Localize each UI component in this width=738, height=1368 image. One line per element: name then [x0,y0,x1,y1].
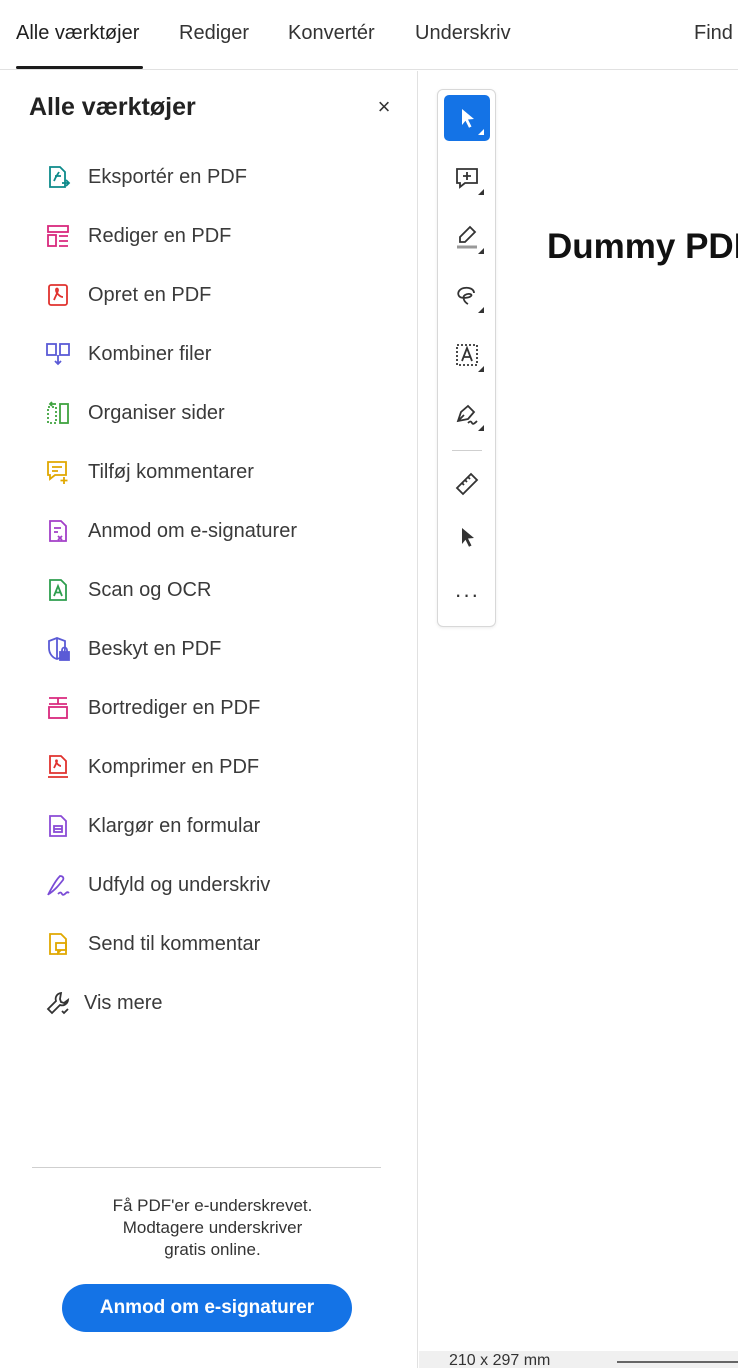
sign-tool-button[interactable] [444,391,490,437]
tool-item-request-esign[interactable]: Anmod om e-signaturer [30,507,400,555]
edit-pdf-icon [44,222,72,250]
document-viewer[interactable]: ··· Dummy PDF 210 x 297 mm [419,71,738,1368]
tool-item-add-comments[interactable]: Tilføj kommentarer [30,448,400,496]
measure-ruler-icon [454,471,480,497]
combine-files-icon [44,340,72,368]
more-tools-button[interactable]: ··· [444,572,490,618]
tool-item-create-pdf[interactable]: Opret en PDF [30,271,400,319]
fill-sign-icon [44,871,72,899]
all-tools-panel: Alle værktøjer × Eksportér en PDF Redige… [0,71,418,1368]
submenu-indicator [478,189,484,195]
active-tab-indicator [16,66,143,69]
fill-sign-pen-icon [454,401,480,427]
top-navigation: Alle værktøjer Rediger Konvertér Undersk… [0,0,738,70]
close-panel-button[interactable]: × [372,94,396,119]
document-heading: Dummy PDF [547,227,738,266]
create-pdf-icon [44,281,72,309]
tool-label: Opret en PDF [88,283,212,306]
tab-edit[interactable]: Rediger [179,22,249,45]
send-comment-icon [44,930,72,958]
tab-sign[interactable]: Underskriv [415,22,511,45]
toolbar-separator [452,450,482,451]
tab-all-tools[interactable]: Alle værktøjer [16,22,139,45]
submenu-indicator [478,366,484,372]
tool-item-redact-pdf[interactable]: Bortrediger en PDF [30,684,400,732]
submenu-indicator [478,425,484,431]
prepare-form-icon [44,812,72,840]
tool-label: Beskyt en PDF [88,637,222,660]
tool-label: Organiser sider [88,401,225,424]
export-pdf-icon [44,163,72,191]
tool-label: Vis mere [84,991,163,1014]
submenu-indicator [478,307,484,313]
tool-item-protect-pdf[interactable]: Beskyt en PDF [30,625,400,673]
tool-label: Bortrediger en PDF [88,696,261,719]
esign-promo-text: Få PDF'er e-underskrevet. Modtagere unde… [40,1195,385,1261]
request-esign-icon [44,517,72,545]
tool-item-export-pdf[interactable]: Eksportér en PDF [30,153,400,201]
tool-item-combine-files[interactable]: Kombiner filer [30,330,400,378]
tool-item-organize-pages[interactable]: Organiser sider [30,389,400,437]
quick-tools-toolbar: ··· [437,89,496,627]
page-size-label: 210 x 297 mm [449,1352,551,1368]
tool-item-prepare-form[interactable]: Klargør en formular [30,802,400,850]
wrench-icon [44,989,72,1017]
select-tool-button[interactable] [444,95,490,141]
tool-label: Send til kommentar [88,932,261,955]
compress-pdf-icon [44,753,72,781]
scan-ocr-icon [44,576,72,604]
text-tool-button[interactable] [444,332,490,378]
tool-label: Rediger en PDF [88,224,232,247]
submenu-indicator [478,129,484,135]
measure-tool-button[interactable] [444,461,490,507]
protect-pdf-icon [44,635,72,663]
submenu-indicator [478,248,484,254]
tool-label: Anmod om e-signaturer [88,519,297,542]
add-comment-icon [454,165,480,191]
add-comment-icon [44,458,72,486]
tool-item-fill-sign[interactable]: Udfyld og underskriv [30,861,400,909]
more-icon: ··· [454,582,480,607]
select-cursor-icon [454,105,480,131]
pointer-icon [454,524,480,550]
tool-label: Kombiner filer [88,342,212,365]
promo-line: Modtagere underskriver [122,1218,303,1237]
tool-item-show-more[interactable]: Vis mere [30,979,400,1027]
text-box-icon [454,342,480,368]
tool-label: Klargør en formular [88,814,261,837]
promo-line: Få PDF'er e-underskrevet. [112,1196,313,1215]
organize-pages-icon [44,399,72,427]
tab-convert[interactable]: Konvertér [288,22,375,45]
panel-title: Alle værktøjer [29,93,196,121]
panel-divider [32,1167,381,1168]
tool-label: Eksportér en PDF [88,165,247,188]
freehand-draw-icon [454,283,480,309]
tool-label: Tilføj kommentarer [88,460,254,483]
pointer-tool-button[interactable] [444,514,490,560]
tool-item-scan-ocr[interactable]: Scan og OCR [30,566,400,614]
promo-line: gratis online. [164,1240,261,1259]
tool-item-send-comment[interactable]: Send til kommentar [30,920,400,968]
draw-tool-button[interactable] [444,273,490,319]
tool-item-compress-pdf[interactable]: Komprimer en PDF [30,743,400,791]
tool-label: Scan og OCR [88,578,212,601]
highlight-pen-icon [454,224,480,250]
tool-label: Udfyld og underskriv [88,873,271,896]
tool-item-edit-pdf[interactable]: Rediger en PDF [30,212,400,260]
redact-pdf-icon [44,694,72,722]
request-esignatures-button[interactable]: Anmod om e-signaturer [62,1284,352,1332]
comment-tool-button[interactable] [444,155,490,201]
highlight-tool-button[interactable] [444,214,490,260]
tool-label: Komprimer en PDF [88,755,260,778]
find-button[interactable]: Find [694,22,733,45]
zoom-slider-track[interactable] [617,1361,738,1363]
